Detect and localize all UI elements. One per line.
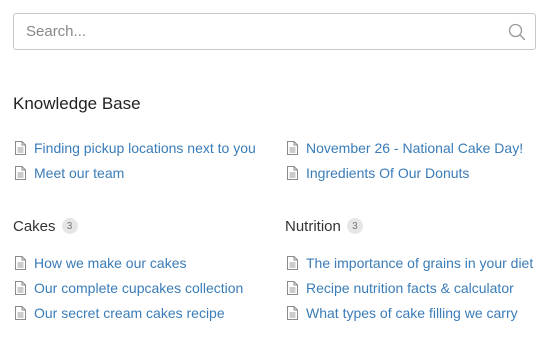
document-icon	[287, 165, 298, 180]
count-badge: 3	[61, 218, 78, 234]
article-item[interactable]: Our complete cupcakes collection	[13, 275, 273, 300]
article-link[interactable]: Meet our team	[34, 165, 124, 181]
category-title[interactable]: Cakes	[13, 218, 56, 235]
category-articles-nutrition: The importance of grains in your diet Re…	[285, 250, 545, 325]
search-input[interactable]	[14, 14, 535, 49]
document-icon	[15, 165, 26, 180]
document-icon	[287, 305, 298, 320]
article-item[interactable]: November 26 - National Cake Day!	[285, 135, 545, 160]
document-icon	[15, 305, 26, 320]
document-icon	[15, 280, 26, 295]
article-item[interactable]: The importance of grains in your diet	[285, 250, 545, 275]
document-icon	[15, 255, 26, 270]
category-title[interactable]: Nutrition	[285, 218, 341, 235]
article-link[interactable]: Recipe nutrition facts & calculator	[306, 280, 514, 296]
category-header-nutrition[interactable]: Nutrition 3	[285, 216, 363, 236]
article-link[interactable]: November 26 - National Cake Day!	[306, 140, 523, 156]
article-item[interactable]: Meet our team	[13, 160, 273, 185]
document-icon	[15, 140, 26, 155]
category-header-cakes[interactable]: Cakes 3	[13, 216, 78, 236]
search-box[interactable]	[13, 13, 536, 50]
kb-column-right: November 26 - National Cake Day! Ingredi…	[285, 135, 545, 185]
article-item[interactable]: Recipe nutrition facts & calculator	[285, 275, 545, 300]
count-badge: 3	[346, 218, 363, 234]
article-link[interactable]: Our complete cupcakes collection	[34, 280, 243, 296]
article-link[interactable]: How we make our cakes	[34, 255, 187, 271]
document-icon	[287, 140, 298, 155]
article-link[interactable]: What types of cake filling we carry	[306, 305, 518, 321]
article-item[interactable]: Finding pickup locations next to you	[13, 135, 273, 160]
article-item[interactable]: Our secret cream cakes recipe	[13, 300, 273, 325]
kb-column-left: Finding pickup locations next to you Mee…	[13, 135, 273, 185]
article-item[interactable]: Ingredients Of Our Donuts	[285, 160, 545, 185]
article-link[interactable]: Our secret cream cakes recipe	[34, 305, 225, 321]
article-link[interactable]: The importance of grains in your diet	[306, 255, 533, 271]
article-item[interactable]: How we make our cakes	[13, 250, 273, 275]
category-articles-cakes: How we make our cakes Our complete cupca…	[13, 250, 273, 325]
document-icon	[287, 280, 298, 295]
article-link[interactable]: Ingredients Of Our Donuts	[306, 165, 469, 181]
article-link[interactable]: Finding pickup locations next to you	[34, 140, 256, 156]
knowledge-base-title: Knowledge Base	[13, 94, 141, 113]
search-icon[interactable]	[508, 23, 526, 41]
document-icon	[287, 255, 298, 270]
article-item[interactable]: What types of cake filling we carry	[285, 300, 545, 325]
